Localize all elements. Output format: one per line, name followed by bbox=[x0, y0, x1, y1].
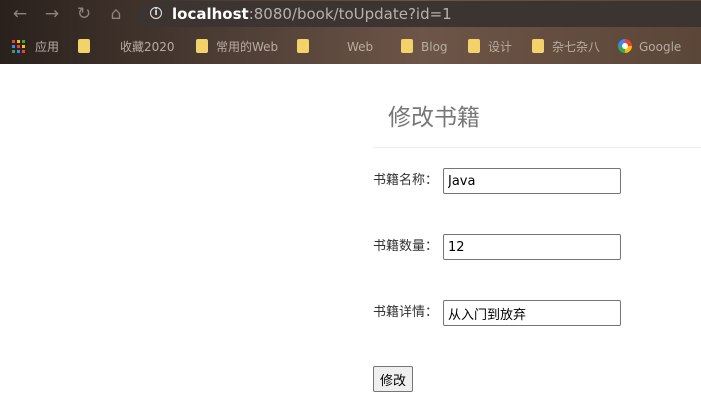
bookmark-label: 收藏2020 bbox=[120, 40, 175, 54]
back-arrow-icon[interactable]: ← bbox=[8, 2, 32, 26]
apps-grid-icon bbox=[12, 39, 25, 53]
folder-icon bbox=[78, 39, 90, 53]
update-button[interactable]: 修改 bbox=[373, 366, 414, 392]
title-divider bbox=[373, 147, 701, 148]
address-bar[interactable]: i localhost:8080/book/toUpdate?id=1 bbox=[138, 1, 701, 27]
folder-icon bbox=[297, 39, 309, 53]
bookmark-label: Web bbox=[347, 40, 374, 54]
url-path: :8080/book/toUpdate?id=1 bbox=[248, 5, 452, 23]
url-host: localhost bbox=[172, 5, 249, 23]
book-detail-label: 书籍详情： bbox=[373, 305, 439, 320]
book-count-input[interactable] bbox=[443, 234, 621, 260]
bookmark-folder[interactable]: 杂七杂八 bbox=[532, 33, 600, 61]
browser-chrome: ← → ↻ ⌂ i localhost:8080/book/toUpdate?i… bbox=[0, 0, 701, 64]
book-count-label: 书籍数量： bbox=[373, 239, 439, 254]
bookmark-folder[interactable]: Blog bbox=[401, 33, 448, 61]
folder-icon bbox=[196, 39, 208, 53]
book-name-input[interactable] bbox=[443, 168, 621, 194]
bookmark-apps[interactable]: 应用 bbox=[12, 33, 59, 61]
forward-arrow-icon[interactable]: → bbox=[40, 2, 64, 26]
book-name-label: 书籍名称： bbox=[373, 173, 439, 188]
url-text[interactable]: localhost:8080/book/toUpdate?id=1 bbox=[172, 1, 452, 27]
bookmark-folder[interactable]: 设计 bbox=[468, 33, 512, 61]
bookmark-folder[interactable]: 收藏2020 bbox=[78, 33, 175, 61]
bookmark-label: 杂七杂八 bbox=[552, 40, 601, 54]
info-icon[interactable]: i bbox=[150, 7, 162, 19]
bookmark-label: 常用的Web bbox=[216, 40, 279, 54]
book-detail-input[interactable] bbox=[443, 300, 621, 326]
home-icon[interactable]: ⌂ bbox=[104, 2, 128, 26]
bookmark-label: 应用 bbox=[35, 40, 60, 54]
page-title: 修改书籍 bbox=[388, 105, 480, 131]
bookmarks-bar: 应用 收藏2020 常用的Web Web Blog 设计 杂七杂八 Google bbox=[0, 33, 701, 61]
bookmark-label: Google bbox=[639, 40, 682, 54]
bookmark-folder[interactable]: Web bbox=[297, 33, 373, 61]
google-icon bbox=[618, 39, 632, 53]
bookmark-folder[interactable]: 常用的Web bbox=[196, 33, 278, 61]
reload-icon[interactable]: ↻ bbox=[72, 2, 96, 26]
bookmark-label: Blog bbox=[421, 40, 448, 54]
bookmark-label: 设计 bbox=[488, 40, 513, 54]
folder-icon bbox=[468, 39, 480, 53]
folder-icon bbox=[532, 39, 544, 53]
folder-icon bbox=[401, 39, 413, 53]
bookmark-google[interactable]: Google bbox=[618, 33, 681, 61]
